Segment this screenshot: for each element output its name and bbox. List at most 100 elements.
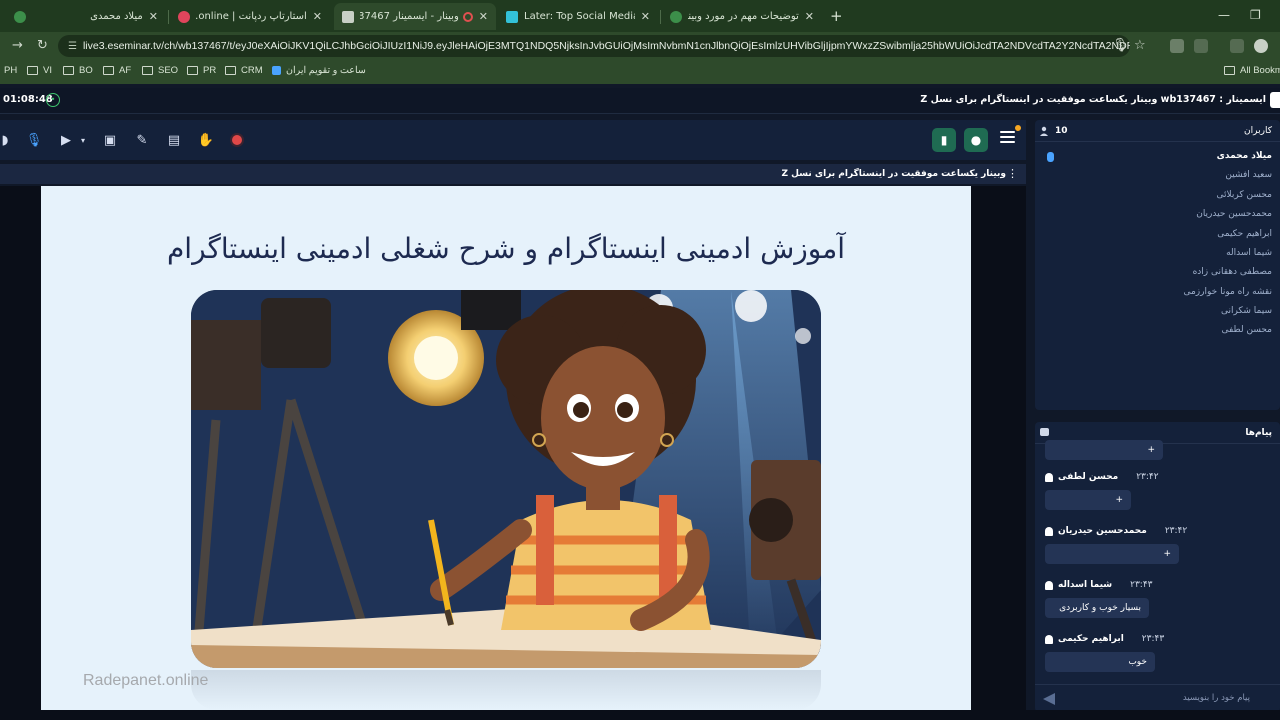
slide-illustration: [191, 290, 821, 668]
bookmark-folder[interactable]: AF: [103, 65, 131, 76]
message-sender: شیما اسداله: [1058, 580, 1113, 590]
message-sender: محمدحسین حیدریان: [1058, 526, 1147, 536]
messages-panel: پیام‌ها + محسن لطفی ۲۳:۴۲ + محمدحسین حید…: [1035, 422, 1280, 712]
browser-tab[interactable]: میلاد محمدی ✕: [6, 3, 166, 30]
browser-tab-active[interactable]: وبینار - ایسمینار wb137467 ✕: [334, 3, 496, 30]
folder-icon: [103, 66, 114, 75]
app-header: 01:08:48 • ایسمینار : wb137467 وبینار یک…: [0, 88, 1280, 114]
bookmark-folder[interactable]: BO: [63, 65, 93, 76]
close-icon[interactable]: ✕: [313, 10, 322, 23]
message-header: شیما اسداله ۲۳:۴۳: [1045, 580, 1153, 590]
bookmark-folder[interactable]: SEO: [142, 65, 178, 76]
chat-toggle-button[interactable]: ▮: [932, 128, 956, 152]
message-sender: ابراهیم حکیمی: [1058, 634, 1124, 644]
raise-hand-icon[interactable]: ✋: [195, 129, 217, 151]
url-input[interactable]: ☰ live3.eseminar.tv/ch/wb137467/t/eyJ0eX…: [58, 35, 1130, 57]
tab-title: وبینار - ایسمینار wb137467: [360, 11, 459, 22]
user-item[interactable]: محمدحسین حیدریان: [1196, 209, 1272, 219]
brush-icon[interactable]: ✎: [131, 129, 153, 151]
presentation-title-bar: وبینار یکساعت موفقیت در اینستاگرام برای …: [0, 164, 1026, 184]
user-item[interactable]: نقشه راه مونا خوارزمی: [1183, 287, 1272, 297]
tab-search-icon[interactable]: [1230, 39, 1244, 53]
user-item[interactable]: میلاد محمدی: [1217, 151, 1272, 161]
user-item[interactable]: محسن لطفی: [1221, 325, 1272, 335]
close-icon[interactable]: ✕: [641, 10, 650, 23]
camera-off-icon[interactable]: ▶︎: [55, 129, 77, 151]
user-item[interactable]: ابراهیم حکیمی: [1217, 229, 1272, 239]
new-tab-button[interactable]: +: [830, 7, 843, 25]
user-item[interactable]: محسن کربلائی: [1216, 190, 1272, 200]
site-info-icon[interactable]: ☰: [68, 41, 77, 52]
bookmark-folder[interactable]: PR: [187, 65, 216, 76]
record-icon[interactable]: [226, 129, 248, 151]
browser-tab[interactable]: Later: Top Social Media Manag ✕: [498, 3, 658, 30]
bookmark-label: BO: [79, 65, 93, 76]
close-icon[interactable]: ✕: [149, 10, 158, 23]
message-time: ۲۳:۴۲: [1164, 526, 1188, 536]
close-icon[interactable]: ✕: [479, 10, 488, 23]
send-icon[interactable]: [1043, 693, 1055, 705]
bookmark-label: PH: [4, 65, 18, 76]
bookmark-label: PR: [203, 65, 217, 76]
messages-panel-title: پیام‌ها: [1245, 428, 1272, 438]
voice-search-icon[interactable]: 🎙: [1112, 38, 1129, 53]
all-bookmarks-folder[interactable]: All Bookma: [1224, 65, 1280, 76]
recording-indicator-icon: [462, 11, 473, 22]
message-text: +: [1115, 495, 1123, 505]
bookmark-folder[interactable]: CRM: [225, 65, 263, 76]
close-icon[interactable]: ✕: [805, 10, 814, 23]
share-screen-icon[interactable]: ▣: [99, 129, 121, 151]
browser-tab[interactable]: استارتاپ ردپانت | Radepanet.online ✕: [170, 3, 330, 30]
user-item[interactable]: مصطفی دهقانی زاده: [1193, 267, 1272, 277]
mic-icon: [1047, 152, 1054, 162]
bookmark-item[interactable]: PH: [4, 65, 17, 76]
user-item[interactable]: سعید افشین: [1225, 170, 1272, 180]
bookmark-star-icon[interactable]: ☆: [1134, 38, 1146, 53]
bookmark-label: All Bookma: [1240, 65, 1280, 76]
browser-tab[interactable]: توضیحات مهم در مورد وبینار ✕: [662, 3, 822, 30]
chat-icon: ▮: [940, 133, 948, 147]
illustration-reflection: [191, 670, 821, 710]
chevron-down-icon[interactable]: ▾: [78, 129, 88, 151]
person-icon: [1045, 634, 1053, 644]
tab-favicon-icon: [670, 10, 682, 23]
speaker-icon[interactable]: ◗: [0, 129, 16, 151]
notification-badge: [1015, 125, 1021, 131]
forward-icon[interactable]: →: [12, 38, 23, 53]
extension-icon[interactable]: [1170, 39, 1184, 53]
bookmark-label: ساعت و تقویم ایران: [286, 65, 366, 76]
tab-favicon-icon: [342, 10, 354, 23]
tab-title: میلاد محمدی: [90, 11, 143, 22]
extensions-puzzle-icon[interactable]: [1194, 39, 1208, 53]
reload-icon[interactable]: ↻: [37, 38, 48, 53]
message-text: بسیار خوب و کاربردی: [1059, 603, 1141, 613]
bottom-edge: [0, 710, 1280, 720]
bookmark-label: SEO: [158, 65, 179, 76]
message-bubble: خوب: [1045, 652, 1155, 672]
folder-icon: [27, 66, 38, 75]
users-panel: 10 کاربران میلاد محمدی سعید افشین محسن ک…: [1035, 120, 1280, 410]
files-icon[interactable]: ▤: [163, 129, 185, 151]
menu-button[interactable]: [1000, 131, 1015, 145]
presentation-title: وبینار یکساعت موفقیت در اینستاگرام برای …: [781, 169, 1006, 179]
message-input[interactable]: پیام خود را بنویسید: [1035, 684, 1280, 712]
app-logo: [1270, 92, 1280, 108]
mic-icon[interactable]: 🎙: [23, 129, 45, 151]
more-options-icon[interactable]: ⋮: [1007, 167, 1018, 180]
message-time: ۲۳:۴۲: [1136, 472, 1159, 482]
bookmark-item[interactable]: ساعت و تقویم ایران: [272, 65, 366, 76]
user-item[interactable]: شیما اسداله: [1226, 248, 1272, 258]
folder-icon: [187, 66, 198, 75]
webinar-title: ایسمینار : wb137467 وبینار یکساعت موفقیت…: [920, 94, 1266, 105]
profile-avatar[interactable]: [1254, 39, 1268, 53]
restore-icon[interactable]: ❐: [1250, 8, 1261, 22]
minimize-icon[interactable]: —: [1218, 8, 1230, 22]
users-toggle-button[interactable]: ●: [964, 128, 988, 152]
users-panel-header: 10 کاربران: [1035, 120, 1280, 142]
user-item[interactable]: سیما شکرانی: [1221, 306, 1272, 316]
bookmark-folder[interactable]: VI: [27, 65, 52, 76]
bookmark-favicon-icon: [272, 66, 281, 75]
message-text: خوب: [1128, 657, 1147, 667]
person-icon: [1045, 580, 1053, 590]
tab-favicon-icon: [178, 10, 190, 23]
